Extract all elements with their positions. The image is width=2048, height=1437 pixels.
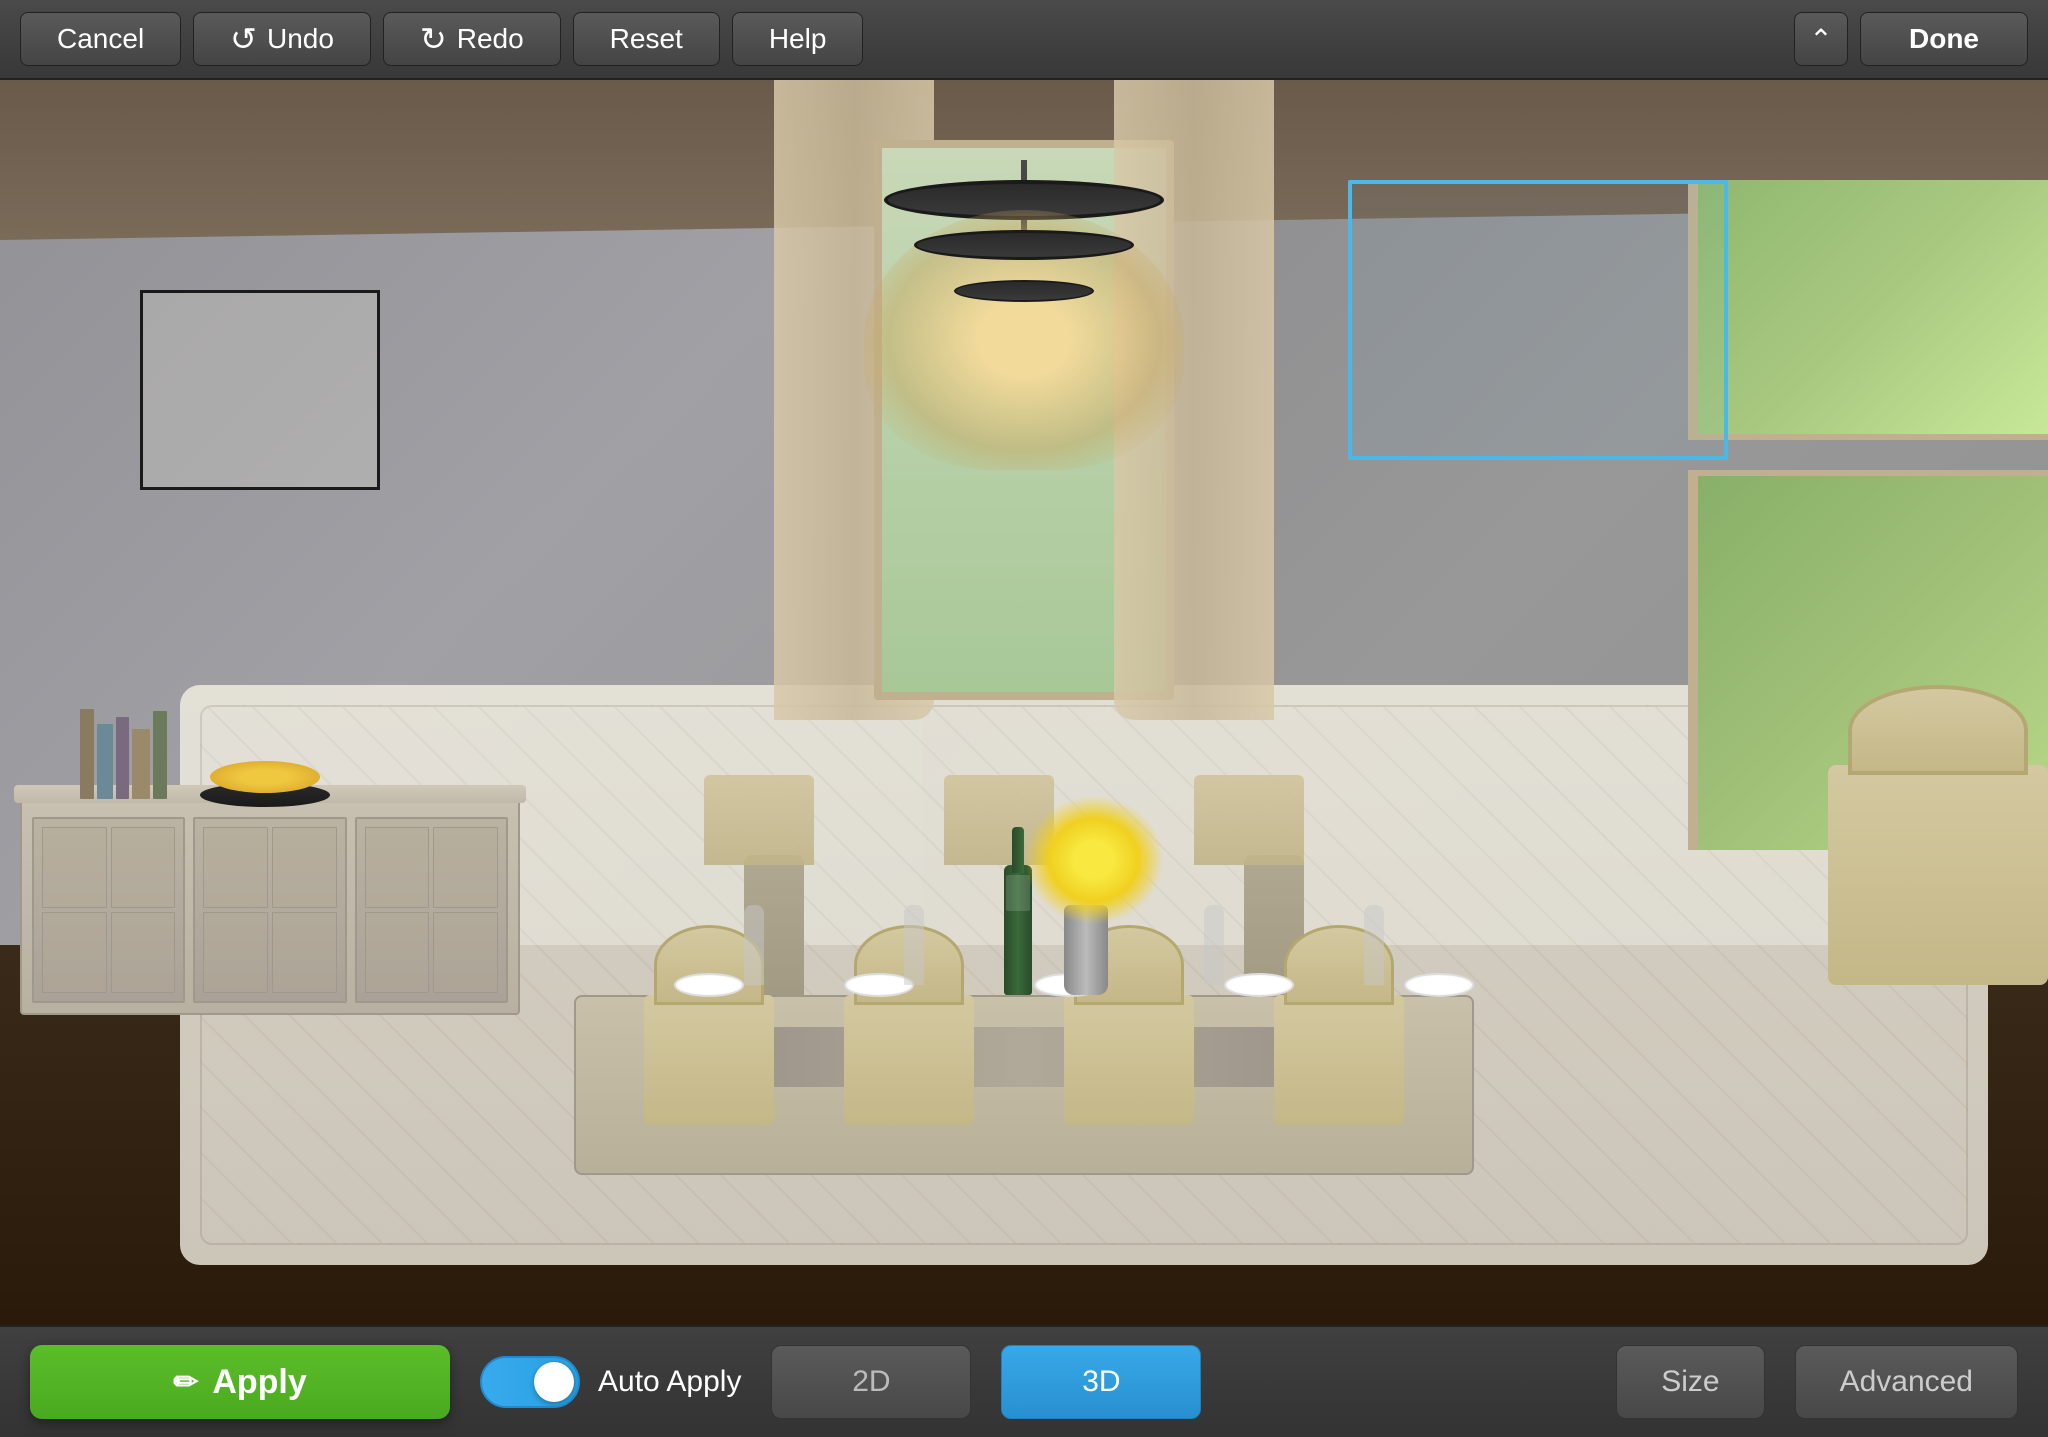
bottle-neck: [1012, 827, 1024, 873]
advanced-label: Advanced: [1840, 1365, 1973, 1399]
cancel-label: Cancel: [57, 23, 144, 55]
book: [132, 729, 150, 799]
plate: [674, 973, 744, 997]
help-label: Help: [769, 23, 827, 55]
sideboard-door-3: [355, 817, 508, 1003]
sideboard-doors: [32, 817, 508, 1003]
book: [80, 709, 94, 799]
chair-front-4: [1274, 995, 1404, 1125]
chandelier-inner-ring: [914, 230, 1134, 260]
door-pane: [365, 827, 430, 908]
door-pane: [42, 912, 107, 993]
door-pane: [111, 827, 176, 908]
fruit: [210, 761, 320, 793]
auto-apply-group: Auto Apply: [480, 1356, 741, 1408]
apply-button[interactable]: ✏ Apply: [30, 1345, 450, 1419]
door-pane: [42, 827, 107, 908]
top-toolbar: Cancel Undo Redo Reset Help Done: [0, 0, 2048, 80]
cancel-button[interactable]: Cancel: [20, 12, 181, 66]
scene-viewport[interactable]: [0, 80, 2048, 1325]
collapse-icon: [1809, 23, 1832, 56]
undo-label: Undo: [267, 23, 334, 55]
sideboard-door-1: [32, 817, 185, 1003]
mode-3d-button[interactable]: 3D: [1001, 1345, 1201, 1419]
chair-front-1: [644, 995, 774, 1125]
size-label: Size: [1661, 1365, 1719, 1399]
chair-front-2: [844, 995, 974, 1125]
window-right-top: [1688, 180, 2048, 440]
chandelier-bottom-ring: [954, 280, 1094, 302]
size-button[interactable]: Size: [1616, 1345, 1764, 1419]
wine-glass-2: [904, 905, 924, 985]
door-pane: [272, 912, 337, 993]
undo-button[interactable]: Undo: [193, 12, 371, 66]
mode-2d-label: 2D: [852, 1365, 890, 1399]
apply-label: Apply: [212, 1363, 306, 1402]
redo-button[interactable]: Redo: [383, 12, 561, 66]
toggle-knob: [534, 1362, 574, 1402]
door-pane: [272, 827, 337, 908]
advanced-button[interactable]: Advanced: [1795, 1345, 2018, 1419]
chair-back-3: [1194, 775, 1304, 865]
door-pane: [111, 912, 176, 993]
wall-art-frame[interactable]: [140, 290, 380, 490]
book: [153, 711, 167, 799]
undo-icon: [230, 20, 257, 58]
flowers: [1024, 795, 1164, 925]
reset-label: Reset: [610, 23, 683, 55]
sideboard: [20, 795, 520, 1015]
chair-right-1: [1828, 765, 2048, 985]
help-button[interactable]: Help: [732, 12, 864, 66]
book: [116, 717, 129, 799]
done-button[interactable]: Done: [1860, 12, 2028, 66]
door-pane: [203, 827, 268, 908]
selection-rectangle-blue[interactable]: [1348, 180, 1728, 460]
sideboard-door-2: [193, 817, 346, 1003]
collapse-button[interactable]: [1794, 12, 1848, 66]
chair-back: [1848, 685, 2028, 775]
book: [97, 724, 113, 799]
chair-back-1: [704, 775, 814, 865]
done-label: Done: [1909, 23, 1979, 55]
mode-2d-button[interactable]: 2D: [771, 1345, 971, 1419]
door-pane: [433, 827, 498, 908]
chandelier: [854, 180, 1194, 460]
redo-icon: [420, 20, 447, 58]
door-pane: [203, 912, 268, 993]
fruit-bowl: [200, 783, 330, 807]
wine-glass-3: [1204, 905, 1224, 985]
mode-3d-label: 3D: [1082, 1365, 1120, 1399]
apply-icon: ✏: [173, 1365, 198, 1400]
chair-front-3: [1064, 995, 1194, 1125]
plate: [1404, 973, 1474, 997]
reset-button[interactable]: Reset: [573, 12, 720, 66]
auto-apply-toggle[interactable]: [480, 1356, 580, 1408]
plate: [1224, 973, 1294, 997]
door-pane: [433, 912, 498, 993]
bottom-toolbar: ✏ Apply Auto Apply 2D 3D Size Advanced: [0, 1325, 2048, 1437]
redo-label: Redo: [457, 23, 524, 55]
wine-glass-1: [744, 905, 764, 985]
door-pane: [365, 912, 430, 993]
wine-glass-4: [1364, 905, 1384, 985]
books-decoration: [80, 709, 167, 799]
auto-apply-label: Auto Apply: [598, 1365, 741, 1399]
